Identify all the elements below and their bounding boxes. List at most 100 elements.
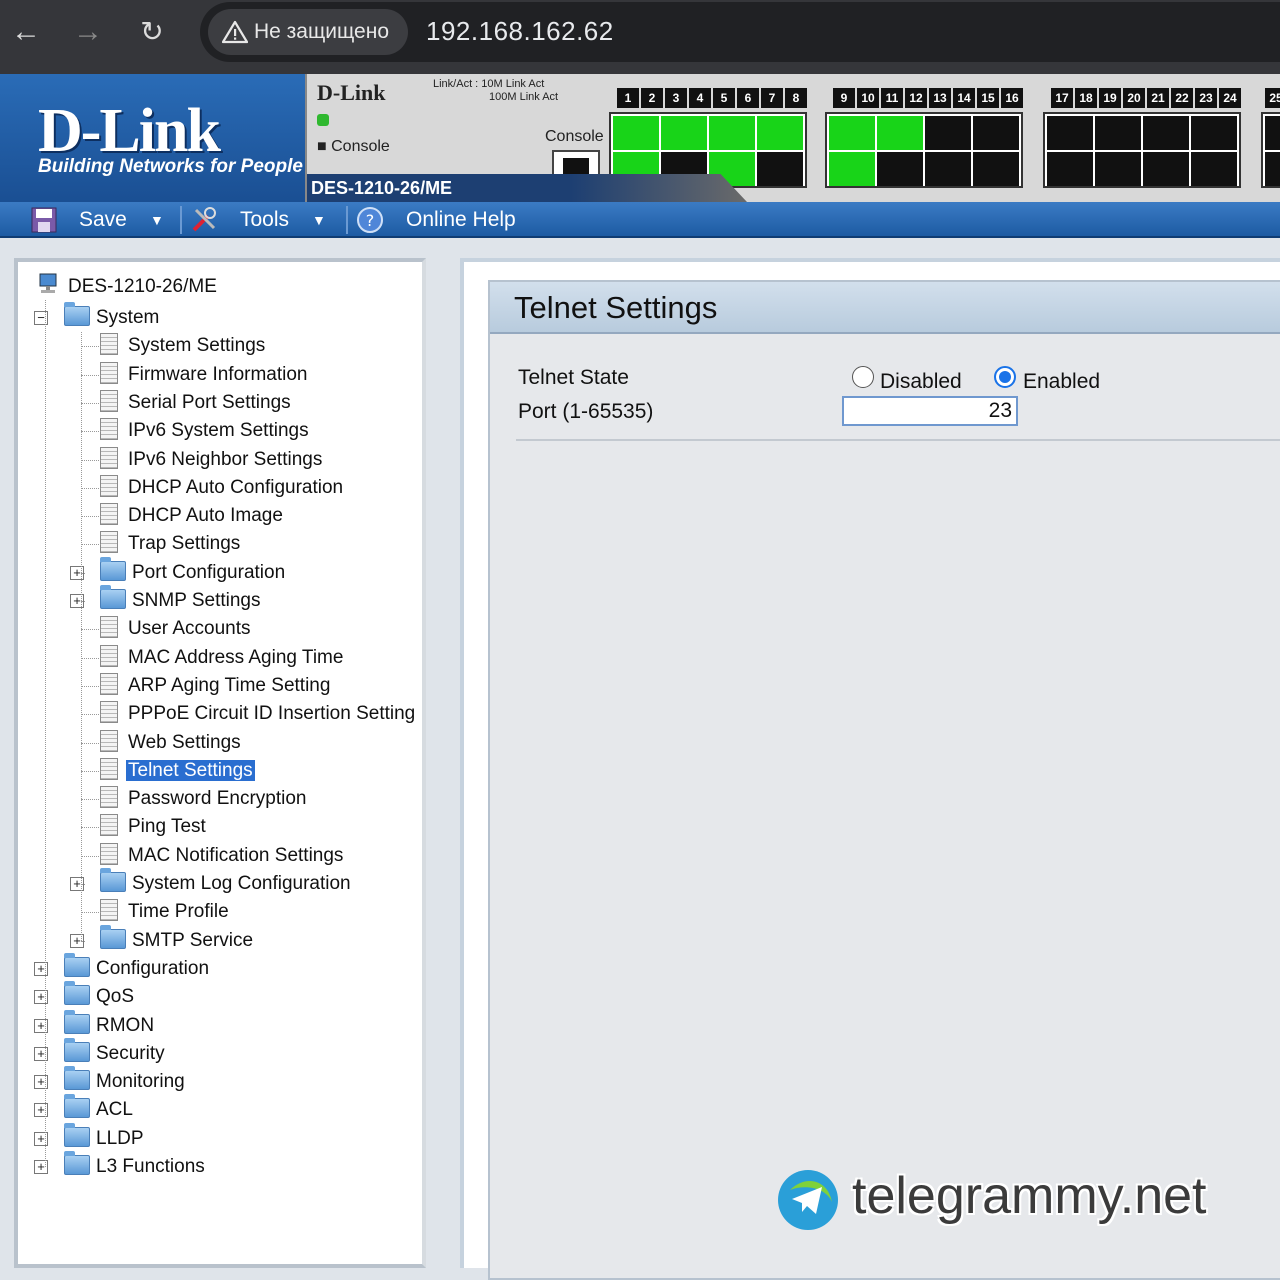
port-23[interactable] bbox=[1191, 116, 1237, 150]
tree-folder-qos[interactable]: QoS bbox=[64, 981, 136, 1011]
port-11[interactable] bbox=[877, 116, 923, 150]
page-icon bbox=[100, 701, 118, 724]
telnet-enabled-radio[interactable] bbox=[994, 366, 1016, 388]
port-8[interactable] bbox=[757, 152, 803, 186]
tree-guide bbox=[81, 657, 101, 659]
port-label: Port (1-65535) bbox=[518, 400, 654, 423]
folder-icon bbox=[100, 556, 126, 581]
tree-item-system-settings[interactable]: System Settings bbox=[100, 332, 267, 360]
folder-icon bbox=[64, 952, 90, 977]
port-15[interactable] bbox=[973, 116, 1019, 150]
security-chip[interactable]: Не защищено bbox=[208, 9, 408, 55]
tree-item-ipv6-neighbor-settings[interactable]: IPv6 Neighbor Settings bbox=[100, 446, 324, 474]
port-16[interactable] bbox=[973, 152, 1019, 186]
tree-folder-acl[interactable]: ACL bbox=[64, 1094, 135, 1124]
tree-item-mac-address-aging-time[interactable]: MAC Address Aging Time bbox=[100, 644, 345, 672]
port-5[interactable] bbox=[709, 116, 755, 150]
tree-item-smtp-service[interactable]: SMTP Service bbox=[100, 924, 255, 955]
port-7[interactable] bbox=[757, 116, 803, 150]
port-input[interactable] bbox=[842, 396, 1018, 426]
port-9[interactable] bbox=[829, 116, 875, 150]
port-14[interactable] bbox=[925, 152, 971, 186]
tree-item-label: Firmware Information bbox=[128, 363, 308, 385]
tree-item-serial-port-settings[interactable]: Serial Port Settings bbox=[100, 389, 293, 417]
tree-folder-monitoring[interactable]: Monitoring bbox=[64, 1066, 187, 1096]
disabled-label: Disabled bbox=[880, 370, 962, 393]
tree-item-telnet-settings[interactable]: Telnet Settings bbox=[100, 757, 256, 785]
reload-icon[interactable]: ↻ bbox=[134, 14, 170, 50]
tools-dropdown-icon[interactable]: ▼ bbox=[312, 202, 326, 238]
tree-folder-rmon[interactable]: RMON bbox=[64, 1009, 156, 1040]
port-13[interactable] bbox=[925, 116, 971, 150]
tools-icon[interactable] bbox=[190, 206, 218, 234]
port-3[interactable] bbox=[661, 116, 707, 150]
tree-folder-lldp[interactable]: LLDP bbox=[64, 1122, 146, 1153]
tree-item-firmware-information[interactable]: Firmware Information bbox=[100, 361, 310, 389]
url-text[interactable]: 192.168.162.62 bbox=[426, 16, 614, 47]
watermark: telegrammy.net bbox=[776, 1166, 1276, 1236]
forward-arrow-icon[interactable]: → bbox=[70, 14, 106, 50]
tree-item-arp-aging-time-setting[interactable]: ARP Aging Time Setting bbox=[100, 672, 332, 700]
tree-item-dhcp-auto-configuration[interactable]: DHCP Auto Configuration bbox=[100, 474, 345, 502]
port-10[interactable] bbox=[829, 152, 875, 186]
port-18[interactable] bbox=[1047, 152, 1093, 186]
tree-item-ipv6-system-settings[interactable]: IPv6 System Settings bbox=[100, 417, 311, 445]
port-number-label: 11 bbox=[881, 88, 903, 108]
port-number-label: 10 bbox=[857, 88, 879, 108]
tree-folder-configuration[interactable]: Configuration bbox=[64, 952, 211, 983]
tree-folder-security[interactable]: Security bbox=[64, 1037, 167, 1068]
port-number-label: 15 bbox=[977, 88, 999, 108]
port-numbers-17-24: 17 18 19 20 21 22 23 24 bbox=[1051, 88, 1241, 108]
address-bar[interactable]: Не защищено 192.168.162.62 bbox=[200, 2, 1280, 62]
port-17[interactable] bbox=[1047, 116, 1093, 150]
tree-item-ping-test[interactable]: Ping Test bbox=[100, 813, 208, 841]
port-number-label: 6 bbox=[737, 88, 759, 108]
tree-folder-system[interactable]: System bbox=[64, 302, 161, 332]
panel-title-bar: Telnet Settings bbox=[490, 282, 1280, 334]
tree-item-label: L3 Functions bbox=[96, 1156, 205, 1177]
save-dropdown-icon[interactable]: ▼ bbox=[150, 202, 164, 238]
page-icon bbox=[100, 616, 118, 639]
port-1[interactable] bbox=[613, 116, 659, 150]
telnet-disabled-radio[interactable] bbox=[852, 366, 874, 388]
save-menu[interactable]: Save bbox=[79, 202, 127, 238]
tree-item-label: IPv6 System Settings bbox=[128, 420, 309, 442]
online-help-link[interactable]: Online Help bbox=[406, 202, 516, 238]
port-22[interactable] bbox=[1143, 152, 1189, 186]
help-icon[interactable]: ? bbox=[356, 206, 384, 234]
tree-item-trap-settings[interactable]: Trap Settings bbox=[100, 530, 242, 558]
tree-item-pppoe-circuit-id-insertion-setting[interactable]: PPPoE Circuit ID Insertion Setting bbox=[100, 700, 417, 728]
tree-guide bbox=[81, 799, 101, 801]
tree-item-dhcp-auto-image[interactable]: DHCP Auto Image bbox=[100, 502, 285, 530]
port-group-9-16 bbox=[825, 112, 1023, 188]
port-21[interactable] bbox=[1143, 116, 1189, 150]
port-12[interactable] bbox=[877, 152, 923, 186]
tree-guide bbox=[81, 742, 101, 744]
tree-item-label: User Accounts bbox=[128, 618, 251, 640]
tree-item-web-settings[interactable]: Web Settings bbox=[100, 729, 243, 757]
tree-item-port-configuration[interactable]: Port Configuration bbox=[100, 556, 287, 587]
tree-root[interactable]: DES-1210-26/ME bbox=[36, 272, 219, 300]
folder-icon bbox=[64, 1094, 90, 1119]
port-20[interactable] bbox=[1095, 152, 1141, 186]
port-25[interactable] bbox=[1265, 116, 1280, 150]
tree-item-label: RMON bbox=[96, 1014, 155, 1036]
tree-folder-l3-functions[interactable]: L3 Functions bbox=[64, 1151, 207, 1181]
tree-item-time-profile[interactable]: Time Profile bbox=[100, 898, 231, 926]
tree-item-system-log-configuration[interactable]: System Log Configuration bbox=[100, 868, 353, 898]
tools-menu[interactable]: Tools bbox=[240, 202, 289, 238]
tree-item-snmp-settings[interactable]: SNMP Settings bbox=[100, 585, 262, 615]
page-icon bbox=[100, 786, 118, 809]
port-19[interactable] bbox=[1095, 116, 1141, 150]
save-disk-icon[interactable] bbox=[30, 206, 58, 234]
telegram-logo-icon bbox=[778, 1170, 838, 1230]
tree-item-password-encryption[interactable]: Password Encryption bbox=[100, 785, 308, 813]
port-number-label: 13 bbox=[929, 88, 951, 108]
tree-item-user-accounts[interactable]: User Accounts bbox=[100, 615, 253, 643]
port-24[interactable] bbox=[1191, 152, 1237, 186]
tree-item-mac-notification-settings[interactable]: MAC Notification Settings bbox=[100, 842, 345, 870]
port-26[interactable] bbox=[1265, 152, 1280, 186]
tree-guide bbox=[81, 332, 82, 941]
panel-console-label: ■ Console bbox=[317, 138, 390, 155]
back-arrow-icon[interactable]: ← bbox=[8, 14, 44, 50]
